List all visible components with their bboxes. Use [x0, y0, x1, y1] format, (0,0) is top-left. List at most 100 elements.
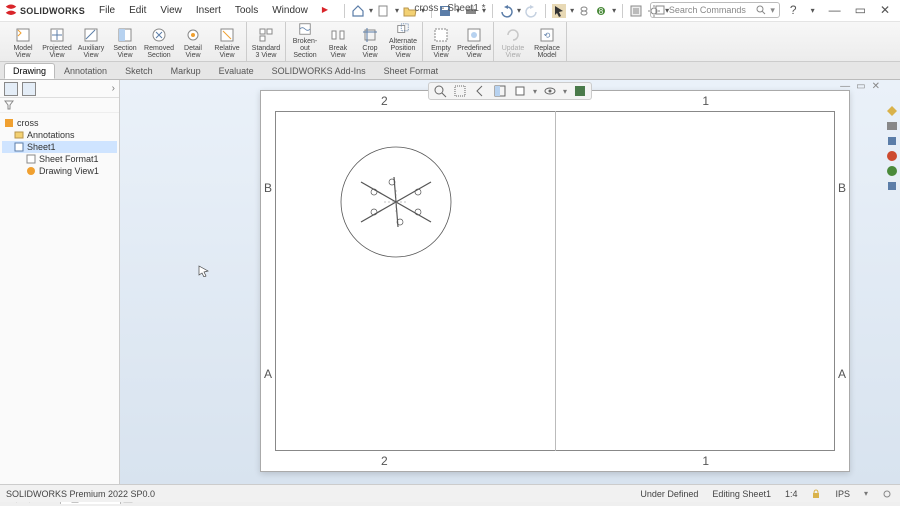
tab-evaluate[interactable]: Evaluate	[210, 63, 263, 79]
magnifier-icon	[756, 5, 766, 15]
status-scale[interactable]: 1:4	[785, 489, 798, 499]
doc-close-icon[interactable]: ✕	[872, 81, 880, 92]
standard-3view-button[interactable]: Standard3 View	[249, 22, 283, 61]
projected-view-button[interactable]: ProjectedView	[40, 22, 74, 61]
drawing-view-1[interactable]	[336, 142, 456, 262]
main-menu: File Edit View Insert Tools Window ▶	[93, 5, 334, 16]
menu-insert[interactable]: Insert	[190, 5, 227, 16]
search-placeholder: Search Commands	[669, 5, 746, 15]
zone-v-divider	[555, 111, 556, 451]
predefined-view-button[interactable]: PredefinedView	[457, 22, 491, 61]
broken-out-section-button[interactable]: Broken-outSection	[288, 22, 322, 61]
options-icon[interactable]	[629, 4, 643, 18]
tree-sheet-format[interactable]: Sheet Format1	[2, 153, 117, 165]
graphics-area[interactable]: ▾ ▾ — ▭ ✕ 2 1 2 1 B A B A	[120, 80, 900, 484]
tab-annotation[interactable]: Annotation	[55, 63, 116, 79]
relative-view-button[interactable]: RelativeView	[210, 22, 244, 61]
display-style-icon[interactable]	[513, 84, 527, 98]
section-view-icon[interactable]	[493, 84, 507, 98]
tab-addins[interactable]: SOLIDWORKS Add-Ins	[263, 63, 375, 79]
removed-section-button[interactable]: RemovedSection	[142, 22, 176, 61]
status-lock-icon[interactable]	[811, 489, 821, 499]
heads-up-view-toolbar: ▾ ▾	[428, 82, 592, 100]
panel-expand-icon[interactable]: ›	[112, 83, 115, 94]
tree-annotations[interactable]: Annotations	[2, 129, 117, 141]
minimize-button[interactable]: —	[825, 3, 845, 17]
status-settings-icon[interactable]	[882, 489, 892, 499]
detail-view-button[interactable]: DetailView	[176, 22, 210, 61]
tab-sketch[interactable]: Sketch	[116, 63, 162, 79]
zoom-area-icon[interactable]	[453, 84, 467, 98]
tab-markup[interactable]: Markup	[162, 63, 210, 79]
status-state: Under Defined	[640, 489, 698, 499]
cursor-icon	[198, 265, 210, 277]
empty-view-button[interactable]: EmptyView	[425, 22, 457, 61]
command-ribbon: ModelView ProjectedView AuxiliaryView Se…	[0, 22, 900, 62]
zone-top-2: 2	[381, 94, 388, 108]
redo-icon[interactable]	[525, 4, 539, 18]
app-name: SOLIDWORKS	[20, 6, 85, 16]
section-view-button[interactable]: SectionView	[108, 22, 142, 61]
tab-drawing[interactable]: Drawing	[4, 63, 55, 79]
document-title: cross - Sheet1 *	[414, 3, 485, 14]
search-target-icon	[655, 5, 665, 15]
tree-sheet1[interactable]: Sheet1	[2, 141, 117, 153]
status-context: Editing Sheet1	[712, 489, 771, 499]
file-explorer-icon[interactable]	[886, 135, 898, 147]
hide-show-icon[interactable]	[543, 84, 557, 98]
rebuild-icon[interactable]: 8	[594, 4, 608, 18]
menu-view[interactable]: View	[154, 5, 188, 16]
status-units[interactable]: IPS	[835, 489, 850, 499]
zone-right-b: B	[838, 181, 846, 195]
search-commands-input[interactable]: Search Commands ▾	[650, 2, 780, 18]
svg-text:8: 8	[599, 7, 604, 16]
menu-arrow-icon[interactable]: ▶	[316, 5, 334, 16]
custom-props-icon[interactable]	[886, 180, 898, 192]
sheet-border	[275, 111, 835, 451]
zoom-fit-icon[interactable]	[433, 84, 447, 98]
sw-resources-icon[interactable]	[886, 105, 898, 117]
task-pane-tabs	[885, 83, 899, 192]
svg-text:⟲: ⟲	[544, 31, 551, 40]
restore-button[interactable]: ▭	[851, 3, 870, 17]
break-view-button[interactable]: BreakView	[322, 22, 354, 61]
propertymanager-tab-icon[interactable]	[22, 82, 36, 96]
close-button[interactable]: ✕	[876, 3, 894, 17]
design-library-icon[interactable]	[886, 120, 898, 132]
menu-tools[interactable]: Tools	[229, 5, 264, 16]
tree-root[interactable]: cross	[2, 117, 117, 129]
status-units-dropdown-icon[interactable]: ▾	[864, 489, 868, 498]
menu-edit[interactable]: Edit	[123, 5, 152, 16]
prev-view-icon[interactable]	[473, 84, 487, 98]
help-icon[interactable]: ?	[786, 3, 801, 17]
replace-model-button[interactable]: ⟲ReplaceModel	[530, 22, 564, 61]
doc-restore-icon[interactable]: ▭	[856, 81, 865, 92]
auxiliary-view-button[interactable]: AuxiliaryView	[74, 22, 108, 61]
featuremanager-tab-icon[interactable]	[4, 82, 18, 96]
titlebar: SOLIDWORKS File Edit View Insert Tools W…	[0, 0, 900, 22]
link-icon[interactable]	[578, 4, 590, 18]
status-version: SOLIDWORKS Premium 2022 SP0.0	[6, 489, 155, 499]
tab-sheet-format[interactable]: Sheet Format	[375, 63, 448, 79]
alternate-position-button[interactable]: AlternatePosition View	[386, 22, 420, 61]
drawing-sheet[interactable]: 2 1 2 1 B A B A	[260, 90, 850, 472]
status-bar: SOLIDWORKS Premium 2022 SP0.0 Under Defi…	[0, 484, 900, 502]
zone-left-b: B	[264, 181, 272, 195]
app-logo: SOLIDWORKS	[4, 4, 85, 18]
menu-window[interactable]: Window	[266, 5, 314, 16]
appearances-icon[interactable]	[886, 165, 898, 177]
zone-left-a: A	[264, 367, 272, 381]
view-palette-icon[interactable]	[886, 150, 898, 162]
view-settings-icon[interactable]	[573, 84, 587, 98]
crop-view-button[interactable]: CropView	[354, 22, 386, 61]
menu-file[interactable]: File	[93, 5, 121, 16]
home-icon[interactable]	[351, 4, 365, 18]
tree-drawing-view[interactable]: Drawing View1	[2, 165, 117, 177]
new-icon[interactable]	[377, 4, 391, 18]
command-tab-bar: Drawing Annotation Sketch Markup Evaluat…	[0, 62, 900, 80]
help-dropdown-icon[interactable]: ▾	[807, 6, 819, 15]
tree-filter[interactable]	[0, 98, 119, 113]
model-view-button[interactable]: ModelView	[6, 22, 40, 61]
undo-icon[interactable]	[499, 4, 513, 18]
select-icon[interactable]	[552, 4, 566, 18]
